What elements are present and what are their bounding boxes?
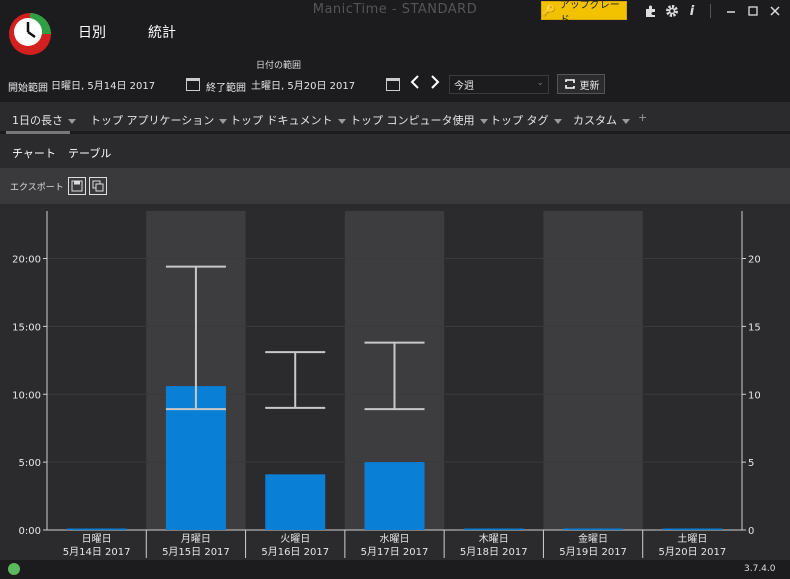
y-tick-label-left: 10:00 <box>12 390 41 401</box>
end-date-field[interactable]: 土曜日, 5月20日 2017 <box>248 75 382 93</box>
end-calendar-icon[interactable] <box>386 78 400 91</box>
caret-down-icon <box>68 118 76 124</box>
x-category-day: 土曜日 <box>677 532 707 545</box>
period-value: 今週 <box>454 81 474 92</box>
bar <box>463 528 524 530</box>
day-length-chart: 0:00 0 5:00 5 10:00 10 15:00 15 20:00 20 日曜日 5月14日 … <box>0 204 790 560</box>
x-category-date: 5月16日 2017 <box>261 546 329 558</box>
tab-chart[interactable]: チャート <box>12 145 56 161</box>
y-tick-label-right: 15 <box>748 322 761 333</box>
caret-down-icon <box>479 118 488 124</box>
y-tick-label-left: 15:00 <box>12 322 41 333</box>
caret-down-icon <box>622 118 630 124</box>
start-range-label: 開始範囲 <box>8 83 48 94</box>
caret-down-icon <box>219 118 228 124</box>
end-range-label: 終了範囲 <box>206 83 246 94</box>
status-bar <box>0 560 790 579</box>
y-tick-label-right: 10 <box>748 390 761 401</box>
refresh-button[interactable]: 更新 <box>557 74 605 94</box>
x-category-date: 5月18日 2017 <box>460 546 528 558</box>
start-date-field[interactable]: 日曜日, 5月14日 2017 <box>48 75 182 93</box>
bar <box>66 528 127 530</box>
x-category-date: 5月14日 2017 <box>63 546 131 558</box>
export-toolbar <box>0 168 790 204</box>
upgrade-button[interactable]: 🔑 アップグレード <box>541 0 627 26</box>
x-category-day: 木曜日 <box>479 533 509 545</box>
info-icon[interactable]: i <box>683 2 701 20</box>
previous-arrow-icon[interactable] <box>410 74 420 94</box>
y-tick-label-right: 0 <box>748 526 754 537</box>
next-arrow-icon[interactable] <box>430 74 440 94</box>
tab-top-computer-usage[interactable]: トップ コンピュータ使用 <box>350 112 488 128</box>
key-icon: 🔑 <box>542 4 556 17</box>
y-tick-label-right: 20 <box>748 255 761 266</box>
close-icon[interactable] <box>764 2 786 20</box>
tab-day-length[interactable]: 1日の長さ <box>12 112 76 128</box>
plugin-icon[interactable] <box>642 2 660 20</box>
version-label: 3.7.4.0 <box>744 564 776 574</box>
tab-label: トップ タグ <box>490 114 549 127</box>
tab-label: トップ コンピュータ使用 <box>350 114 475 127</box>
x-category-date: 5月15日 2017 <box>162 546 230 558</box>
x-category-day: 火曜日 <box>280 533 310 545</box>
bar <box>364 462 425 530</box>
y-tick-label-left: 5:00 <box>19 458 41 469</box>
manictime-logo-icon <box>9 13 51 55</box>
y-tick-label-right: 5 <box>748 458 754 469</box>
tab-label: 1日の長さ <box>12 114 63 127</box>
copy-icon[interactable] <box>89 177 107 195</box>
y-tick-label-left: 0:00 <box>19 526 41 537</box>
save-icon[interactable] <box>68 177 86 195</box>
x-category-day: 日曜日 <box>82 533 112 545</box>
x-category-day: 月曜日 <box>181 533 211 545</box>
date-range-caption: 日付の範囲 <box>256 61 302 71</box>
refresh-icon <box>564 79 575 89</box>
tab-custom[interactable]: カスタム <box>573 112 630 128</box>
chart-svg: 0:00 0 5:00 5 10:00 10 15:00 15 20:00 20 日曜日5月14日 … <box>0 204 790 560</box>
minimize-icon[interactable] <box>720 2 742 20</box>
y-tick-label-left: 20:00 <box>12 255 41 266</box>
active-tab-indicator <box>6 131 70 134</box>
period-select[interactable]: 今週 ⌄ <box>449 75 549 94</box>
tab-daily[interactable]: 日別 <box>78 22 106 42</box>
bar <box>265 474 326 530</box>
title-divider <box>710 4 711 18</box>
x-category-day: 金曜日 <box>578 532 608 545</box>
status-indicator-icon <box>8 563 20 575</box>
refresh-label: 更新 <box>579 80 600 92</box>
tab-top-documents[interactable]: トップ ドキュメント <box>230 112 346 128</box>
caret-down-icon <box>337 118 346 124</box>
bar <box>662 528 723 530</box>
chevron-down-icon: ⌄ <box>536 78 544 88</box>
x-category-date: 5月19日 2017 <box>559 546 627 558</box>
tab-label: トップ アプリケーション <box>90 114 215 127</box>
bar <box>563 528 624 530</box>
tab-label: トップ ドキュメント <box>230 114 333 127</box>
tab-label: カスタム <box>573 114 617 127</box>
x-category-date: 5月20日 2017 <box>658 546 726 558</box>
caret-down-icon <box>553 118 562 124</box>
tab-top-applications[interactable]: トップ アプリケーション <box>90 112 228 128</box>
gear-icon[interactable] <box>663 2 681 20</box>
tab-statistics[interactable]: 統計 <box>148 22 176 42</box>
tab-table[interactable]: テーブル <box>68 145 111 161</box>
tab-top-tags[interactable]: トップ タグ <box>490 112 562 128</box>
export-label: エクスポート <box>10 183 64 193</box>
add-tab-button[interactable]: + <box>638 111 647 124</box>
start-calendar-icon[interactable] <box>186 78 200 91</box>
x-category-day: 水曜日 <box>380 533 410 545</box>
maximize-icon[interactable] <box>742 2 764 20</box>
x-category-date: 5月17日 2017 <box>361 546 429 558</box>
